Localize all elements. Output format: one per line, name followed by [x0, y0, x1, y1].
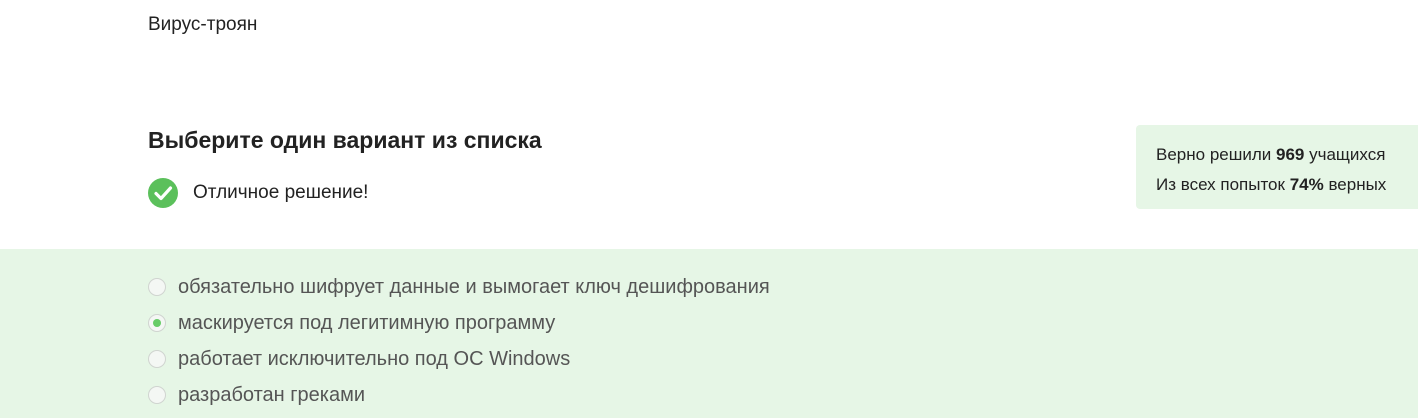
feedback-message: Отличное решение! [148, 178, 368, 208]
radio-button[interactable] [148, 314, 166, 332]
check-circle-icon [148, 178, 178, 208]
options-panel: обязательно шифрует данные и вымогает кл… [0, 249, 1418, 418]
option-item[interactable]: разработан греками [148, 377, 770, 413]
option-label[interactable]: работает исключительно под ОС Windows [178, 348, 570, 371]
stats-solved-suffix: учащихся [1304, 145, 1386, 164]
stats-solved-prefix: Верно решили [1156, 145, 1276, 164]
option-label[interactable]: маскируется под легитимную программу [178, 312, 555, 335]
option-item[interactable]: обязательно шифрует данные и вымогает кл… [148, 269, 770, 305]
stats-percent-prefix: Из всех попыток [1156, 175, 1290, 194]
radio-button[interactable] [148, 350, 166, 368]
stats-percent-suffix: верных [1323, 175, 1387, 194]
option-item[interactable]: работает исключительно под ОС Windows [148, 341, 770, 377]
solve-stats: Верно решили 969 учащихся Из всех попыто… [1136, 125, 1418, 209]
step-page: Вирус-троян Выберите один вариант из спи… [0, 0, 1418, 418]
stats-percent-line: Из всех попыток 74% верных [1156, 170, 1418, 200]
option-label[interactable]: разработан греками [178, 384, 365, 407]
feedback-text: Отличное решение! [193, 182, 369, 203]
options-list: обязательно шифрует данные и вымогает кл… [148, 269, 770, 413]
option-label[interactable]: обязательно шифрует данные и вымогает кл… [178, 276, 770, 299]
stats-solved-line: Верно решили 969 учащихся [1156, 140, 1418, 170]
quiz-title: Выберите один вариант из списка [148, 127, 542, 153]
stats-correct-percent: 74% [1289, 175, 1324, 194]
radio-button[interactable] [148, 386, 166, 404]
option-item[interactable]: маскируется под легитимную программу [148, 305, 770, 341]
step-text: Вирус-троян [148, 14, 258, 35]
stats-solved-count: 969 [1276, 145, 1305, 164]
radio-button[interactable] [148, 278, 166, 296]
